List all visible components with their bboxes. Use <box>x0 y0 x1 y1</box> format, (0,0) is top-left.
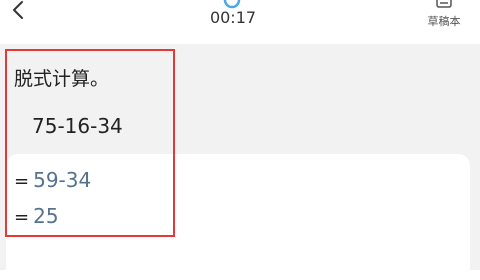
equals-sign: = <box>14 171 30 192</box>
draft-book-icon <box>434 0 454 8</box>
question-title: 脱式计算。 <box>14 68 110 90</box>
answer-card[interactable]: = 59-34 = 25 <box>6 154 470 280</box>
answer-step: = 25 <box>14 204 59 228</box>
draft-button[interactable]: 草稿本 <box>418 0 470 36</box>
answer-step: = 59-34 <box>14 168 91 192</box>
question-area: 脱式计算。 75-16-34 = 59-34 = 25 <box>0 44 480 280</box>
top-bar: 00:17 草稿本 <box>0 0 480 40</box>
timer-display: 00:17 <box>209 8 257 27</box>
question-expression: 75-16-34 <box>32 114 123 138</box>
answer-step-value: 59-34 <box>33 168 92 192</box>
equals-sign: = <box>14 207 30 228</box>
answer-step-value: 25 <box>33 204 59 228</box>
draft-label: 草稿本 <box>427 15 461 28</box>
